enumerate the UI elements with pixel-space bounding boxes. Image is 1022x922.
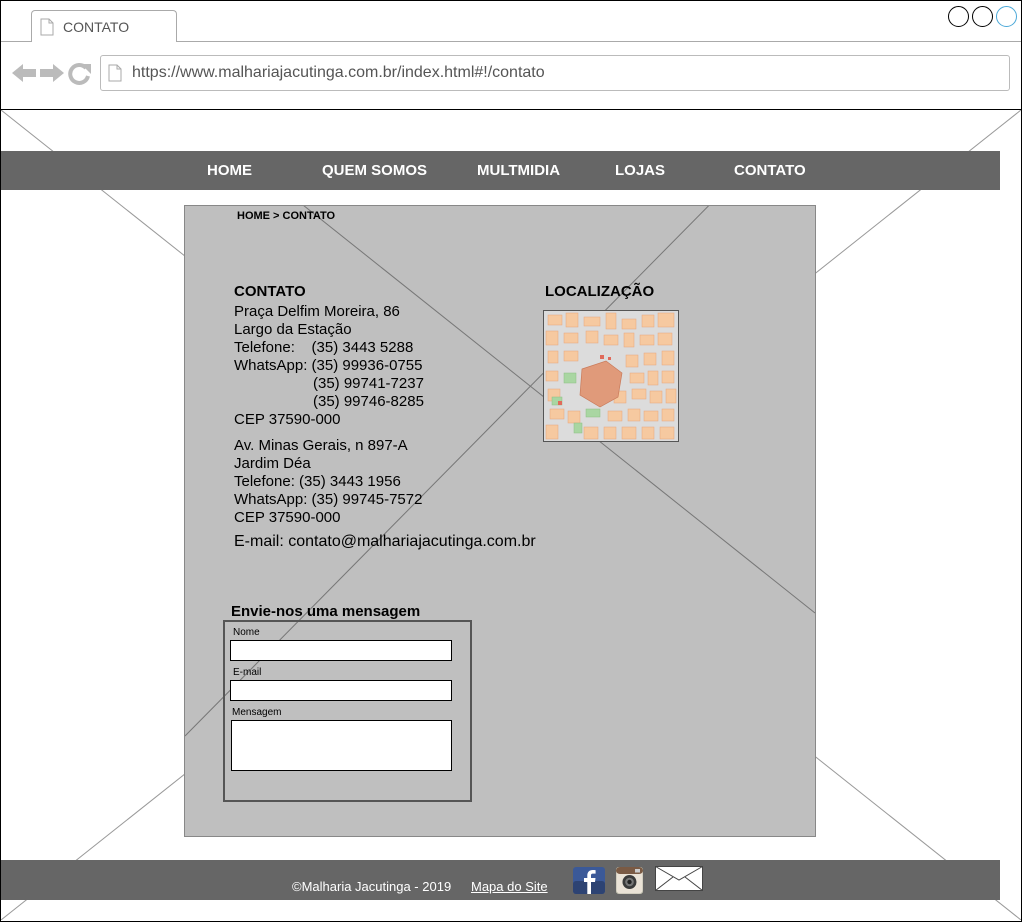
- nav-item-contato[interactable]: CONTATO: [734, 162, 806, 179]
- store2-district: Jardim Déa: [234, 455, 311, 472]
- back-arrow-icon[interactable]: [11, 62, 37, 84]
- url-text: https://www.malhariajacutinga.com.br/ind…: [132, 64, 545, 81]
- sitemap-link[interactable]: Mapa do Site: [471, 879, 548, 894]
- browser-tab[interactable]: CONTATO: [31, 10, 177, 42]
- email-label: E-mail: [233, 667, 262, 678]
- location-heading: LOCALIZAÇÃO: [545, 283, 655, 300]
- window-controls: [948, 6, 1017, 27]
- store2-address: Av. Minas Gerais, n 897-A Jardim Déa Tel…: [234, 437, 422, 527]
- store1-phone: Telefone: (35) 3443 5288: [234, 339, 414, 356]
- envelope-icon[interactable]: [655, 866, 703, 891]
- window-button-icon[interactable]: [948, 6, 969, 27]
- form-heading: Envie-nos uma mensagem: [231, 603, 421, 620]
- map-image: [544, 311, 678, 441]
- store1-address: Praça Delfim Moreira, 86 Largo da Estaçã…: [234, 303, 424, 429]
- message-field[interactable]: [231, 720, 452, 771]
- location-map[interactable]: [543, 310, 679, 442]
- document-icon: [108, 64, 122, 82]
- footer: ©Malharia Jacutinga - 2019 Mapa do Site: [1, 860, 1000, 900]
- facebook-icon[interactable]: [573, 867, 605, 894]
- copyright-text: ©Malharia Jacutinga - 2019: [292, 879, 452, 894]
- forward-arrow-icon[interactable]: [39, 62, 65, 84]
- window-button-icon[interactable]: [996, 6, 1017, 27]
- name-label: Nome: [233, 627, 260, 638]
- instagram-icon[interactable]: [616, 867, 643, 894]
- nav-item-home[interactable]: HOME: [207, 162, 252, 179]
- tab-bar: CONTATO: [1, 1, 1021, 42]
- contact-form: Nome E-mail Mensagem: [223, 620, 472, 802]
- message-label: Mensagem: [232, 707, 282, 718]
- store1-street: Praça Delfim Moreira, 86: [234, 303, 400, 320]
- window-button-icon[interactable]: [972, 6, 993, 27]
- tab-title: CONTATO: [63, 19, 130, 35]
- reload-icon[interactable]: [67, 61, 93, 85]
- browser-toolbar: https://www.malhariajacutinga.com.br/ind…: [1, 41, 1021, 110]
- store2-street: Av. Minas Gerais, n 897-A: [234, 437, 408, 454]
- email-field[interactable]: [230, 680, 452, 701]
- content-panel: HOME > CONTATO CONTATO Praça Delfim More…: [184, 205, 816, 837]
- store1-whatsapp: (35) 99741-7237: [313, 375, 424, 392]
- document-icon: [40, 18, 54, 36]
- nav-item-quem-somos[interactable]: QUEM SOMOS: [322, 162, 427, 179]
- store1-district: Largo da Estação: [234, 321, 352, 338]
- nav-item-lojas[interactable]: LOJAS: [615, 162, 665, 179]
- store1-whatsapp: (35) 99746-8285: [313, 393, 424, 410]
- contact-heading: CONTATO: [234, 283, 306, 300]
- name-field[interactable]: [230, 640, 452, 661]
- main-navigation: HOME QUEM SOMOS MULTMIDIA LOJAS CONTATO: [1, 151, 1000, 190]
- contact-email: E-mail: contato@malhariajacutinga.com.br: [234, 533, 536, 550]
- store1-whatsapp: WhatsApp: (35) 99936-0755: [234, 357, 423, 374]
- breadcrumb: HOME > CONTATO: [237, 210, 336, 222]
- address-bar[interactable]: https://www.malhariajacutinga.com.br/ind…: [100, 55, 1010, 91]
- store1-cep: CEP 37590-000: [234, 411, 341, 428]
- nav-item-multimidia[interactable]: MULTMIDIA: [477, 162, 560, 179]
- store2-whatsapp: WhatsApp: (35) 99745-7572: [234, 491, 423, 508]
- store2-phone: Telefone: (35) 3443 1956: [234, 473, 401, 490]
- store2-cep: CEP 37590-000: [234, 509, 341, 526]
